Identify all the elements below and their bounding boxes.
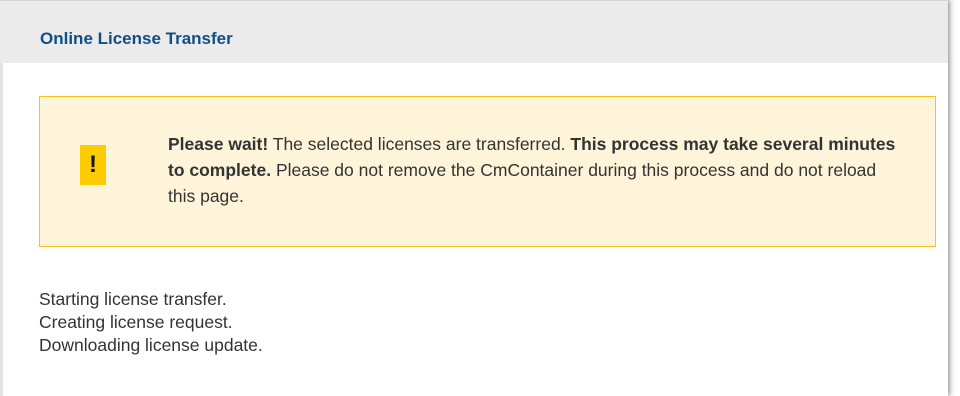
log-line: Downloading license update. [39,335,263,355]
warning-alert: ! Please wait! The selected licenses are… [39,96,936,247]
exclamation-icon: ! [80,145,106,185]
warning-text-part-2: Please do not remove the CmContainer dur… [168,160,877,206]
transfer-log: Starting license transfer. Creating lice… [39,288,263,357]
warning-lead: Please wait! [168,134,269,154]
warning-message: Please wait! The selected licenses are t… [168,131,908,209]
dialog-window: Online License Transfer ! Please wait! T… [0,0,948,396]
log-line: Creating license request. [39,312,233,332]
warning-text-part-1: The selected licenses are transferred. [268,134,571,154]
dialog-header: Online License Transfer [0,0,948,63]
dialog-title: Online License Transfer [40,29,233,48]
log-line: Starting license transfer. [39,289,227,309]
